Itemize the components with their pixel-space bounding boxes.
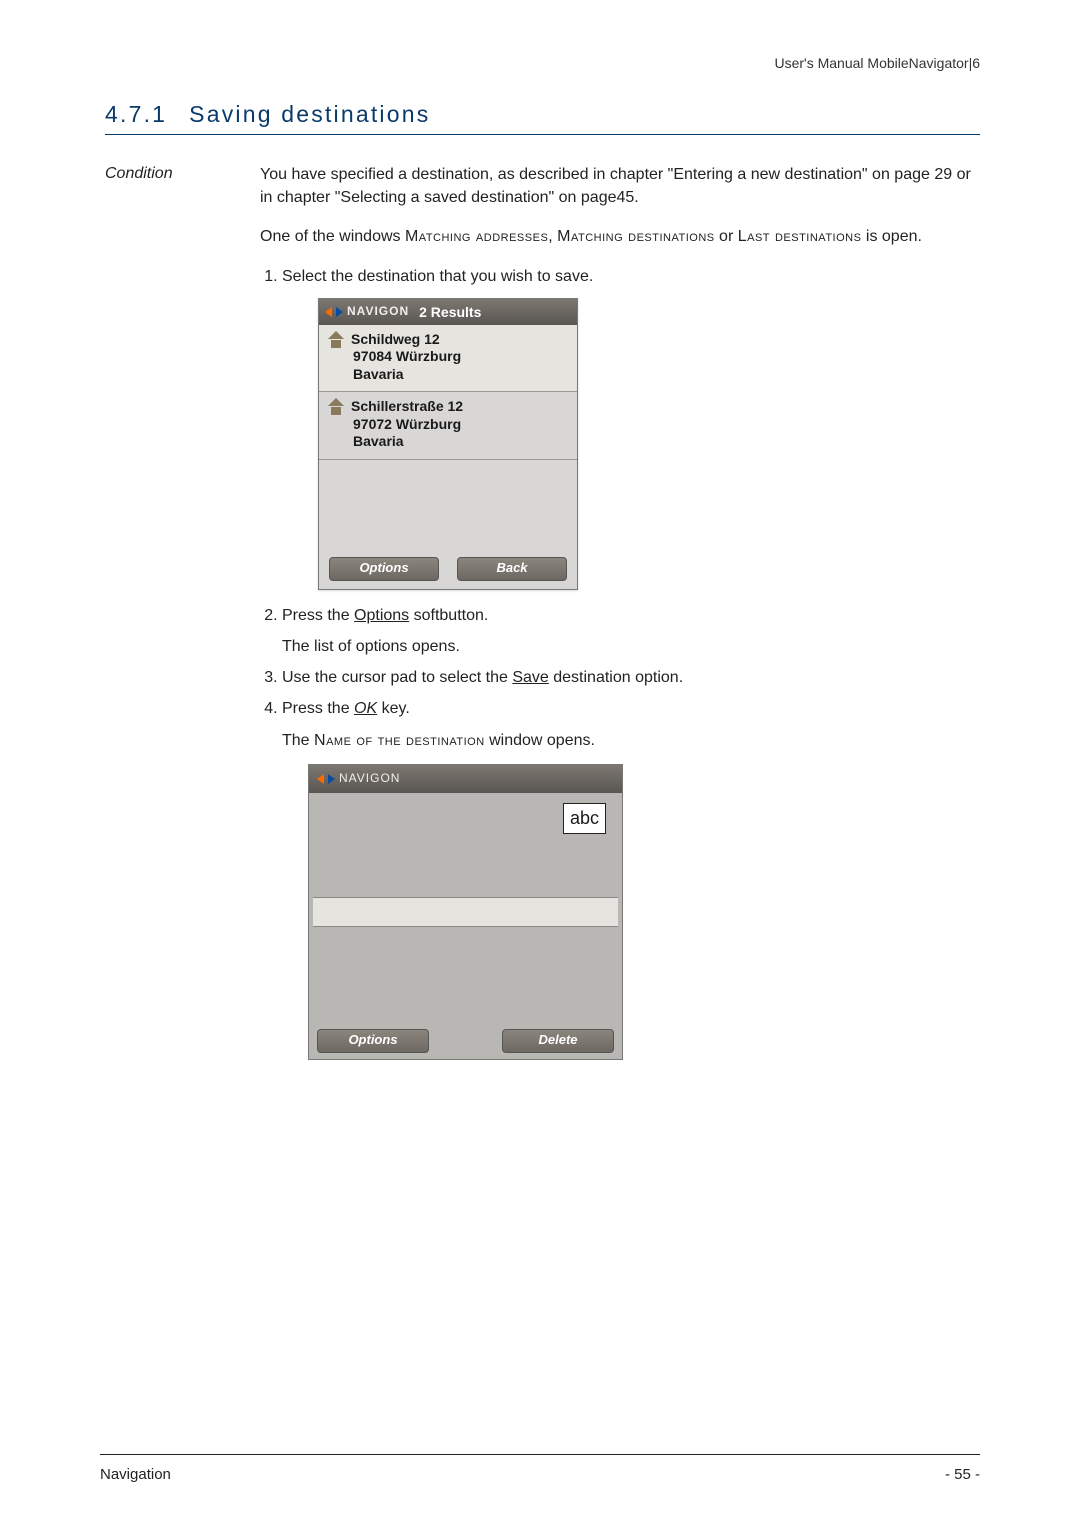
step-4: Press the OK key. The Name of the destin… — [282, 697, 980, 1059]
device-blank-area — [319, 460, 577, 552]
main-column: You have specified a destination, as des… — [260, 163, 980, 1074]
section-number: 4.7.1 — [105, 101, 167, 127]
step-3: Use the cursor pad to select the Save de… — [282, 666, 980, 689]
page-footer: Navigation - 55 - — [100, 1466, 980, 1483]
footer-rule — [100, 1454, 980, 1455]
softbutton-options[interactable]: Options — [329, 557, 439, 581]
footer-left: Navigation — [100, 1466, 171, 1483]
device2-top-area: abc — [309, 793, 622, 853]
section-title: Saving destinations — [189, 101, 430, 127]
footer-right: - 55 - — [945, 1466, 980, 1483]
side-label: Condition — [105, 163, 260, 183]
input-mode-indicator[interactable]: abc — [563, 803, 606, 834]
result-item-1[interactable]: Schildweg 12 97084 Würzburg Bavaria — [319, 325, 577, 393]
house-icon — [327, 399, 345, 415]
section-heading: 4.7.1 Saving destinations — [105, 101, 980, 135]
content-row: Condition You have specified a destinati… — [105, 163, 980, 1074]
step-1: Select the destination that you wish to … — [282, 265, 980, 590]
device-screenshot-name-entry: NAVIGON abc Options Delete — [308, 764, 623, 1060]
device2-softbuttons: Options Delete — [309, 1025, 622, 1059]
device-screenshot-results: NAVIGON 2 Results Schildweg 12 97084 Wür… — [318, 298, 578, 590]
intro-paragraph-1: You have specified a destination, as des… — [260, 163, 980, 209]
header-right: User's Manual MobileNavigator|6 — [105, 55, 980, 71]
navigon-logo: NAVIGON — [317, 770, 400, 787]
device2-titlebar: NAVIGON — [309, 765, 622, 793]
navigon-logo: NAVIGON — [325, 303, 409, 320]
softbutton-options[interactable]: Options — [317, 1029, 429, 1053]
intro-paragraph-2: One of the windows Matching addresses, M… — [260, 225, 980, 248]
results-count: 2 Results — [419, 302, 481, 322]
step-2: Press the Options softbutton. The list o… — [282, 604, 980, 658]
manual-page: User's Manual MobileNavigator|6 4.7.1 Sav… — [0, 0, 1080, 1527]
softbutton-delete[interactable]: Delete — [502, 1029, 614, 1053]
logo-arrows-icon — [325, 305, 343, 319]
result-item-2[interactable]: Schillerstraße 12 97072 Würzburg Bavaria — [319, 392, 577, 460]
logo-arrows-icon — [317, 772, 335, 786]
device-softbuttons: Options Back — [319, 552, 577, 589]
device-titlebar: NAVIGON 2 Results — [319, 299, 577, 325]
name-input-field[interactable] — [313, 897, 618, 927]
steps-list: Select the destination that you wish to … — [260, 265, 980, 1060]
softbutton-back[interactable]: Back — [457, 557, 567, 581]
house-icon — [327, 332, 345, 348]
